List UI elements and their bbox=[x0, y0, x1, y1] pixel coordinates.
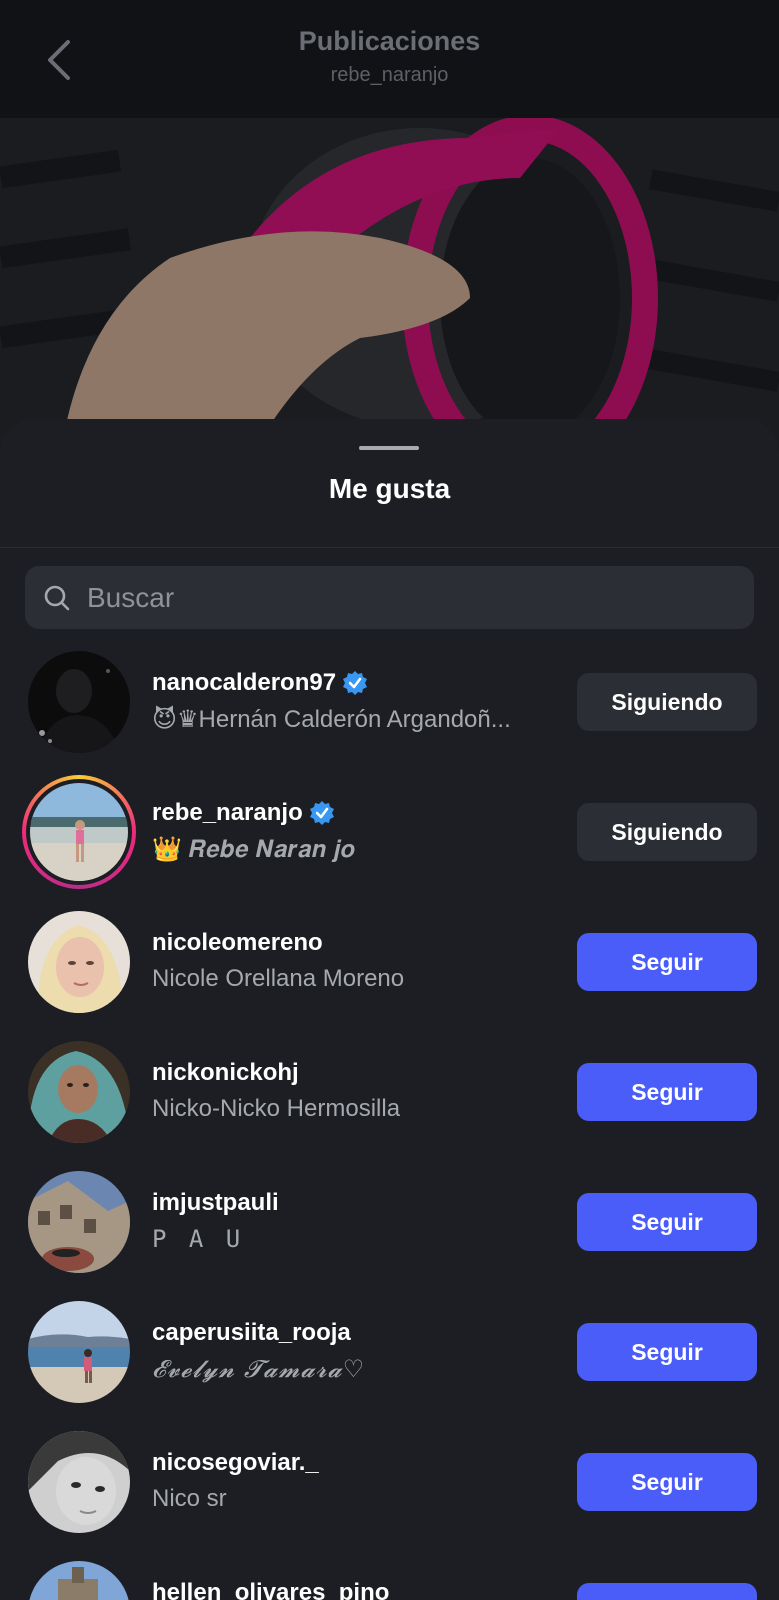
page-subtitle: rebe_naranjo bbox=[330, 64, 449, 86]
following-button[interactable]: Siguiendo bbox=[577, 803, 757, 861]
likes-list: nanocalderon97 😈♛Hernán Calderón Argando… bbox=[0, 639, 779, 1600]
story-ring[interactable] bbox=[22, 775, 136, 889]
follow-button[interactable]: Seguir bbox=[577, 1063, 757, 1121]
divider bbox=[0, 547, 779, 548]
list-item[interactable]: nicoleomereno Nicole Orellana Moreno Seg… bbox=[0, 899, 779, 1029]
verified-badge-icon bbox=[343, 671, 368, 695]
following-button[interactable]: Siguiendo bbox=[577, 673, 757, 731]
list-item[interactable]: nickonickohj Nicko-Nicko Hermosilla Segu… bbox=[0, 1029, 779, 1159]
follow-button[interactable]: Seguir bbox=[577, 1583, 757, 1600]
follow-button[interactable]: Seguir bbox=[577, 1453, 757, 1511]
username[interactable]: hellen_olivares_pino bbox=[152, 1579, 389, 1600]
page-title: Publicaciones bbox=[298, 26, 481, 56]
username[interactable]: nicosegoviar._ bbox=[152, 1449, 319, 1477]
username[interactable]: nicoleomereno bbox=[152, 929, 323, 957]
username[interactable]: nickonickohj bbox=[152, 1059, 299, 1087]
search-bar[interactable] bbox=[25, 566, 754, 629]
list-item[interactable]: nicosegoviar._ Nico sr Seguir bbox=[0, 1419, 779, 1549]
username[interactable]: imjustpauli bbox=[152, 1189, 279, 1217]
follow-button[interactable]: Seguir bbox=[577, 1193, 757, 1251]
full-name: P A U bbox=[152, 1225, 245, 1253]
full-name: 𝓔𝓿𝓮𝓵𝔂𝓷 𝓣𝓪𝓶𝓪𝓻𝓪♡ bbox=[152, 1355, 366, 1383]
avatar[interactable] bbox=[28, 1041, 130, 1143]
username[interactable]: caperusiita_rooja bbox=[152, 1319, 351, 1347]
top-bar: Publicaciones rebe_naranjo bbox=[0, 0, 779, 118]
avatar[interactable] bbox=[28, 1431, 130, 1533]
full-name: Nicole Orellana Moreno bbox=[152, 965, 405, 992]
sheet-title: Me gusta bbox=[328, 473, 451, 504]
likes-sheet: Me gusta nanocalderon97 bbox=[0, 419, 779, 1600]
avatar[interactable] bbox=[28, 1561, 130, 1600]
follow-button[interactable]: Seguir bbox=[577, 933, 757, 991]
list-item[interactable]: imjustpauli P A U Seguir bbox=[0, 1159, 779, 1289]
sheet-grabber[interactable] bbox=[359, 446, 419, 450]
full-name: Nicko-Nicko Hermosilla bbox=[152, 1095, 401, 1122]
list-item[interactable]: hellen_olivares_pino Seguir bbox=[0, 1549, 779, 1600]
full-name: 😈♛Hernán Calderón Argandoñ... bbox=[152, 706, 511, 733]
avatar[interactable] bbox=[30, 783, 128, 881]
avatar[interactable] bbox=[28, 1171, 130, 1273]
full-name: 👑 𝑹𝒆𝒃𝒆 𝑵𝒂𝒓𝒂𝒏 𝒋𝒐 bbox=[152, 836, 356, 863]
post-image bbox=[0, 118, 779, 458]
username[interactable]: rebe_naranjo bbox=[152, 799, 335, 827]
search-icon bbox=[44, 585, 70, 610]
list-item[interactable]: caperusiita_rooja 𝓔𝓿𝓮𝓵𝔂𝓷 𝓣𝓪𝓶𝓪𝓻𝓪♡ Seguir bbox=[0, 1289, 779, 1419]
verified-badge-icon bbox=[309, 801, 334, 825]
username[interactable]: nanocalderon97 bbox=[152, 669, 368, 697]
list-item[interactable]: nanocalderon97 😈♛Hernán Calderón Argando… bbox=[0, 639, 779, 769]
list-item[interactable]: rebe_naranjo 👑 𝑹𝒆𝒃𝒆 𝑵𝒂𝒓𝒂𝒏 𝒋𝒐 Siguiendo bbox=[0, 769, 779, 899]
avatar[interactable] bbox=[28, 911, 130, 1013]
avatar[interactable] bbox=[28, 651, 130, 753]
full-name: Nico sr bbox=[152, 1485, 227, 1512]
follow-button[interactable]: Seguir bbox=[577, 1323, 757, 1381]
avatar[interactable] bbox=[28, 1301, 130, 1403]
search-input[interactable] bbox=[85, 580, 709, 615]
